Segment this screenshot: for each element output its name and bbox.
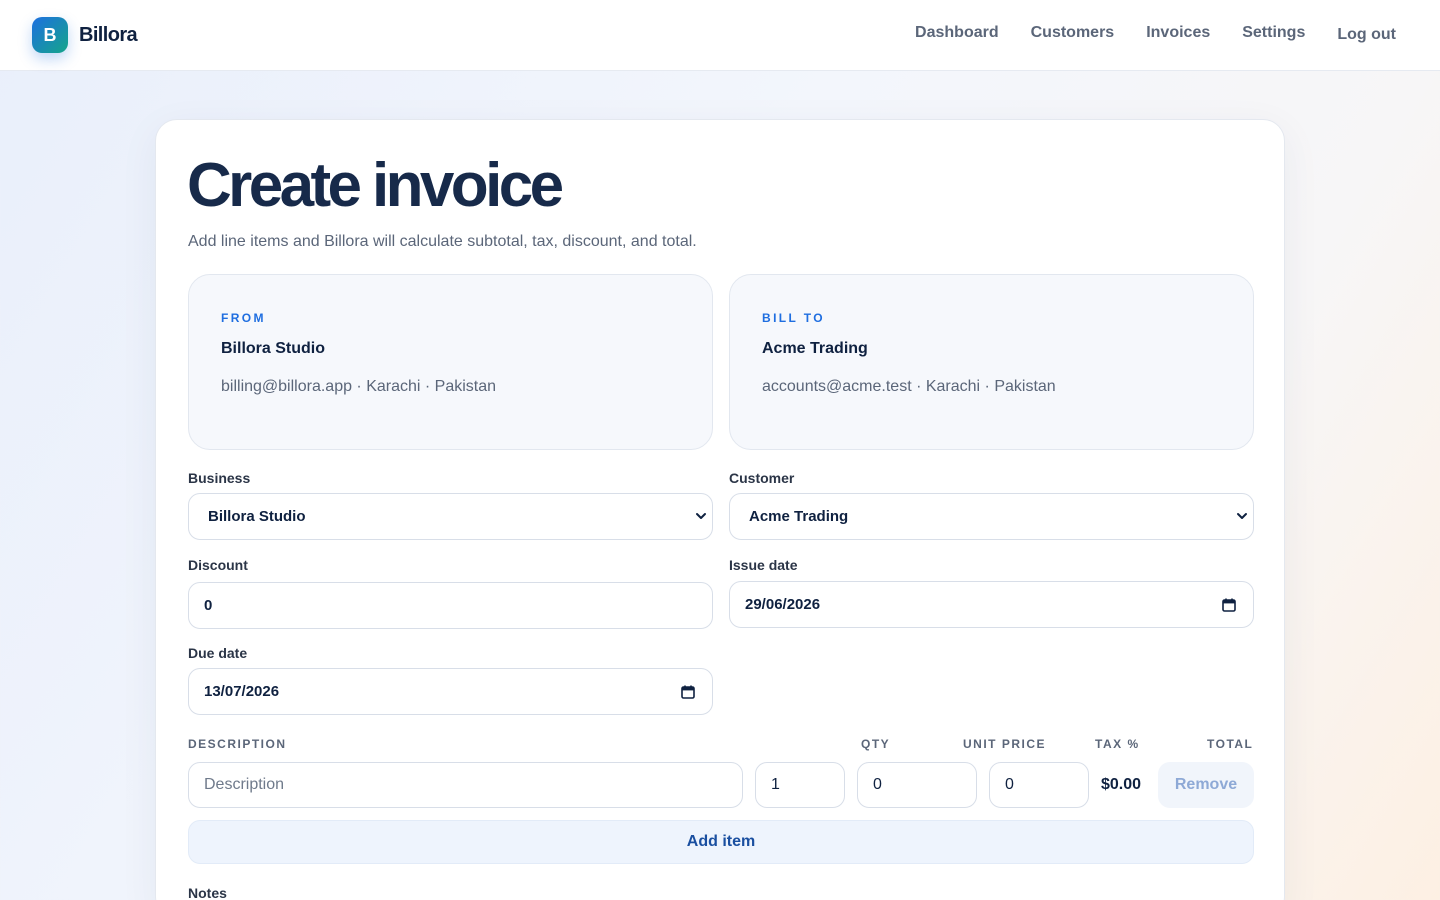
top-bar: B Billora Dashboard Customers Invoices S… bbox=[0, 0, 1440, 71]
item-description-placeholder: Description bbox=[204, 776, 285, 793]
business-label: Business bbox=[188, 470, 251, 486]
main-nav: Dashboard Customers Invoices Settings Lo… bbox=[883, 24, 1396, 44]
customer-select[interactable]: Acme Trading bbox=[729, 493, 1254, 540]
bill-to-meta: accounts@acme.test · Karachi · Pakistan bbox=[762, 378, 1056, 395]
column-header-qty: QTY bbox=[861, 737, 891, 751]
nav-invoices[interactable]: Invoices bbox=[1146, 24, 1210, 44]
item-description-input[interactable]: Description bbox=[188, 762, 743, 808]
issue-date-value: 29/06/2026 bbox=[745, 596, 821, 613]
item-qty-value: 1 bbox=[771, 776, 780, 793]
column-header-unit-price: UNIT PRICE bbox=[963, 737, 1047, 751]
column-header-tax: TAX % bbox=[1095, 737, 1140, 751]
bill-to-card: BILL TO Acme Trading accounts@acme.test … bbox=[729, 274, 1254, 450]
remove-item-button[interactable]: Remove bbox=[1158, 762, 1254, 808]
column-header-description: DESCRIPTION bbox=[188, 737, 287, 751]
brand-name: Billora bbox=[79, 23, 138, 46]
due-date-label: Due date bbox=[188, 645, 248, 661]
nav-settings[interactable]: Settings bbox=[1242, 24, 1305, 44]
business-select-value: Billora Studio bbox=[208, 508, 306, 525]
discount-label: Discount bbox=[188, 557, 248, 573]
column-header-total: TOTAL bbox=[1207, 737, 1254, 751]
invoice-form-card: Create invoice Add line items and Billor… bbox=[155, 119, 1285, 900]
page-subtitle: Add line items and Billora will calculat… bbox=[188, 233, 697, 250]
from-name: Billora Studio bbox=[221, 340, 325, 357]
chevron-down-icon bbox=[1237, 513, 1247, 519]
item-unit-price-value: 0 bbox=[873, 776, 882, 793]
bill-to-name: Acme Trading bbox=[762, 340, 868, 357]
from-label: FROM bbox=[221, 311, 266, 325]
brand[interactable]: B Billora bbox=[32, 17, 138, 53]
page-title: Create invoice bbox=[187, 151, 564, 220]
item-tax-input[interactable]: 0 bbox=[989, 762, 1089, 808]
notes-label: Notes bbox=[188, 885, 227, 900]
item-tax-value: 0 bbox=[1005, 776, 1014, 793]
nav-dashboard[interactable]: Dashboard bbox=[915, 24, 999, 44]
issue-date-label: Issue date bbox=[729, 557, 798, 573]
item-line-total: $0.00 bbox=[1101, 776, 1142, 793]
calendar-icon[interactable] bbox=[1221, 597, 1237, 613]
brand-logo: B bbox=[32, 17, 68, 53]
discount-input[interactable]: 0 bbox=[188, 582, 713, 629]
item-unit-price-input[interactable]: 0 bbox=[857, 762, 977, 808]
chevron-down-icon bbox=[696, 513, 706, 519]
from-meta: billing@billora.app · Karachi · Pakistan bbox=[221, 378, 497, 395]
due-date-input[interactable]: 13/07/2026 bbox=[188, 668, 713, 715]
item-qty-input[interactable]: 1 bbox=[755, 762, 845, 808]
nav-customers[interactable]: Customers bbox=[1031, 24, 1115, 44]
business-select[interactable]: Billora Studio bbox=[188, 493, 713, 540]
customer-label: Customer bbox=[729, 470, 795, 486]
calendar-icon[interactable] bbox=[680, 684, 696, 700]
bill-to-label: BILL TO bbox=[762, 311, 826, 325]
discount-value: 0 bbox=[204, 597, 213, 614]
from-card: FROM Billora Studio billing@billora.app … bbox=[188, 274, 713, 450]
add-item-button[interactable]: Add item bbox=[188, 820, 1254, 864]
nav-log-out[interactable]: Log out bbox=[1337, 26, 1396, 44]
customer-select-value: Acme Trading bbox=[749, 508, 849, 525]
issue-date-input[interactable]: 29/06/2026 bbox=[729, 581, 1254, 628]
due-date-value: 13/07/2026 bbox=[204, 683, 280, 700]
